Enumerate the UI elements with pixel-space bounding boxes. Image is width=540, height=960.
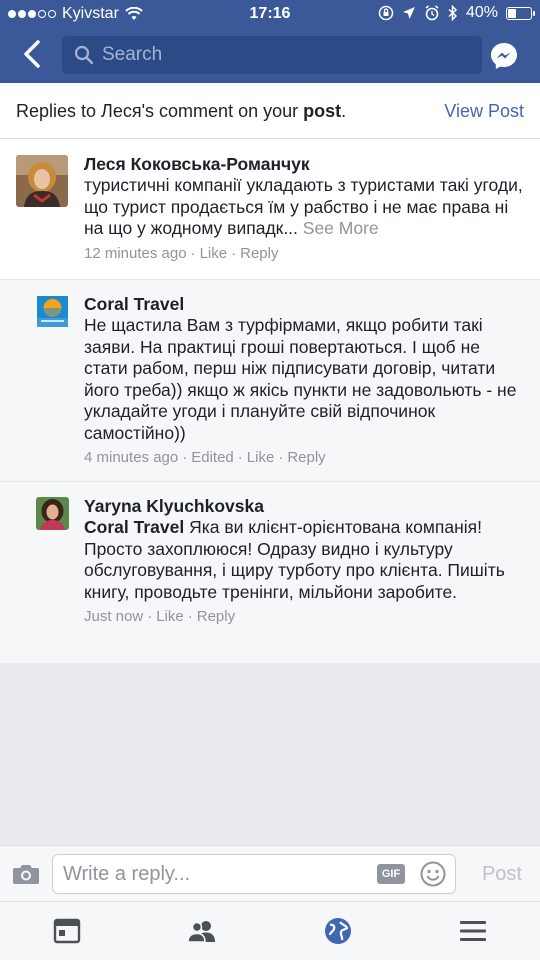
- like-link[interactable]: Like: [200, 245, 228, 262]
- comment-time: 12 minutes ago: [84, 244, 187, 262]
- comment-time: Just now: [84, 608, 144, 625]
- post-link[interactable]: post: [303, 101, 341, 121]
- reply-link[interactable]: Reply: [240, 245, 278, 262]
- comment-meta: 12 minutes ago · Like · Reply: [84, 244, 279, 262]
- search-input[interactable]: [102, 44, 462, 66]
- comment-time: 4 minutes ago: [84, 449, 179, 466]
- avatar[interactable]: [36, 497, 69, 530]
- replies-title: Replies to Леся's comment on your post.: [16, 101, 347, 121]
- messenger-icon: [491, 43, 517, 69]
- menu-icon: [460, 921, 486, 941]
- post-button[interactable]: Post: [482, 863, 522, 886]
- like-link[interactable]: Like: [156, 608, 184, 625]
- battery-icon: [506, 6, 535, 20]
- tab-notifications[interactable]: [321, 916, 355, 946]
- alarm-icon: [425, 5, 439, 21]
- comment-item: Леся Коковська-Романчук туристичні компа…: [0, 139, 540, 279]
- comment-meta: 4 minutes ago · Edited · Like · Reply: [84, 449, 326, 466]
- back-chevron-icon: [24, 40, 40, 68]
- reply-item: Coral Travel Не щастила Вам з турфірмами…: [0, 279, 540, 481]
- reply-composer: GIF Post: [0, 845, 540, 901]
- location-icon: [402, 7, 415, 19]
- comment-meta: Just now · Like · Reply: [84, 608, 236, 625]
- top-bar: Kyivstar 17:16 40% Search: [0, 0, 540, 83]
- reply-field[interactable]: GIF: [52, 854, 456, 894]
- back-button[interactable]: [18, 38, 48, 70]
- tab-friends[interactable]: [185, 916, 219, 946]
- news-feed-icon: [53, 918, 81, 944]
- comment-text: Не щастила Вам з турфірмами, якщо робити…: [84, 315, 517, 443]
- camera-button[interactable]: [12, 862, 40, 886]
- globe-icon: [325, 918, 351, 944]
- camera-icon: [13, 865, 39, 884]
- reply-link[interactable]: Reply: [197, 608, 235, 625]
- battery-percent: 40%: [465, 4, 498, 21]
- tab-menu[interactable]: [456, 916, 490, 946]
- friends-icon: [187, 921, 215, 943]
- edited-label[interactable]: Edited: [191, 449, 234, 466]
- reply-input[interactable]: [63, 863, 363, 886]
- messenger-button[interactable]: [488, 40, 520, 72]
- like-link[interactable]: Like: [247, 449, 275, 466]
- comment-author[interactable]: Coral Travel: [84, 293, 526, 315]
- view-post-link[interactable]: View Post: [444, 101, 524, 122]
- reply-link[interactable]: Reply: [287, 449, 325, 466]
- comment-author[interactable]: Yaryna Klyuchkovska: [84, 495, 526, 517]
- bluetooth-icon: [448, 5, 458, 21]
- rotation-lock-icon: [378, 5, 394, 21]
- gif-button[interactable]: GIF: [377, 864, 405, 884]
- see-more-link[interactable]: See More: [298, 218, 379, 238]
- search-bar[interactable]: [62, 36, 482, 74]
- smiley-icon: [420, 861, 446, 887]
- avatar[interactable]: [16, 155, 68, 207]
- search-icon: [74, 45, 94, 65]
- tab-bar: [0, 901, 540, 960]
- comment-author[interactable]: Леся Коковська-Романчук: [84, 153, 526, 175]
- reply-item: Yaryna Klyuchkovska Coral Travel Яка ви …: [0, 481, 540, 663]
- mention-tag[interactable]: Coral Travel: [84, 517, 184, 537]
- status-bar: Kyivstar 17:16 40%: [0, 0, 540, 28]
- tab-news-feed[interactable]: [50, 916, 84, 946]
- emoji-button[interactable]: [420, 861, 446, 887]
- replies-header: Replies to Леся's comment on your post. …: [0, 83, 540, 139]
- avatar[interactable]: [36, 295, 69, 328]
